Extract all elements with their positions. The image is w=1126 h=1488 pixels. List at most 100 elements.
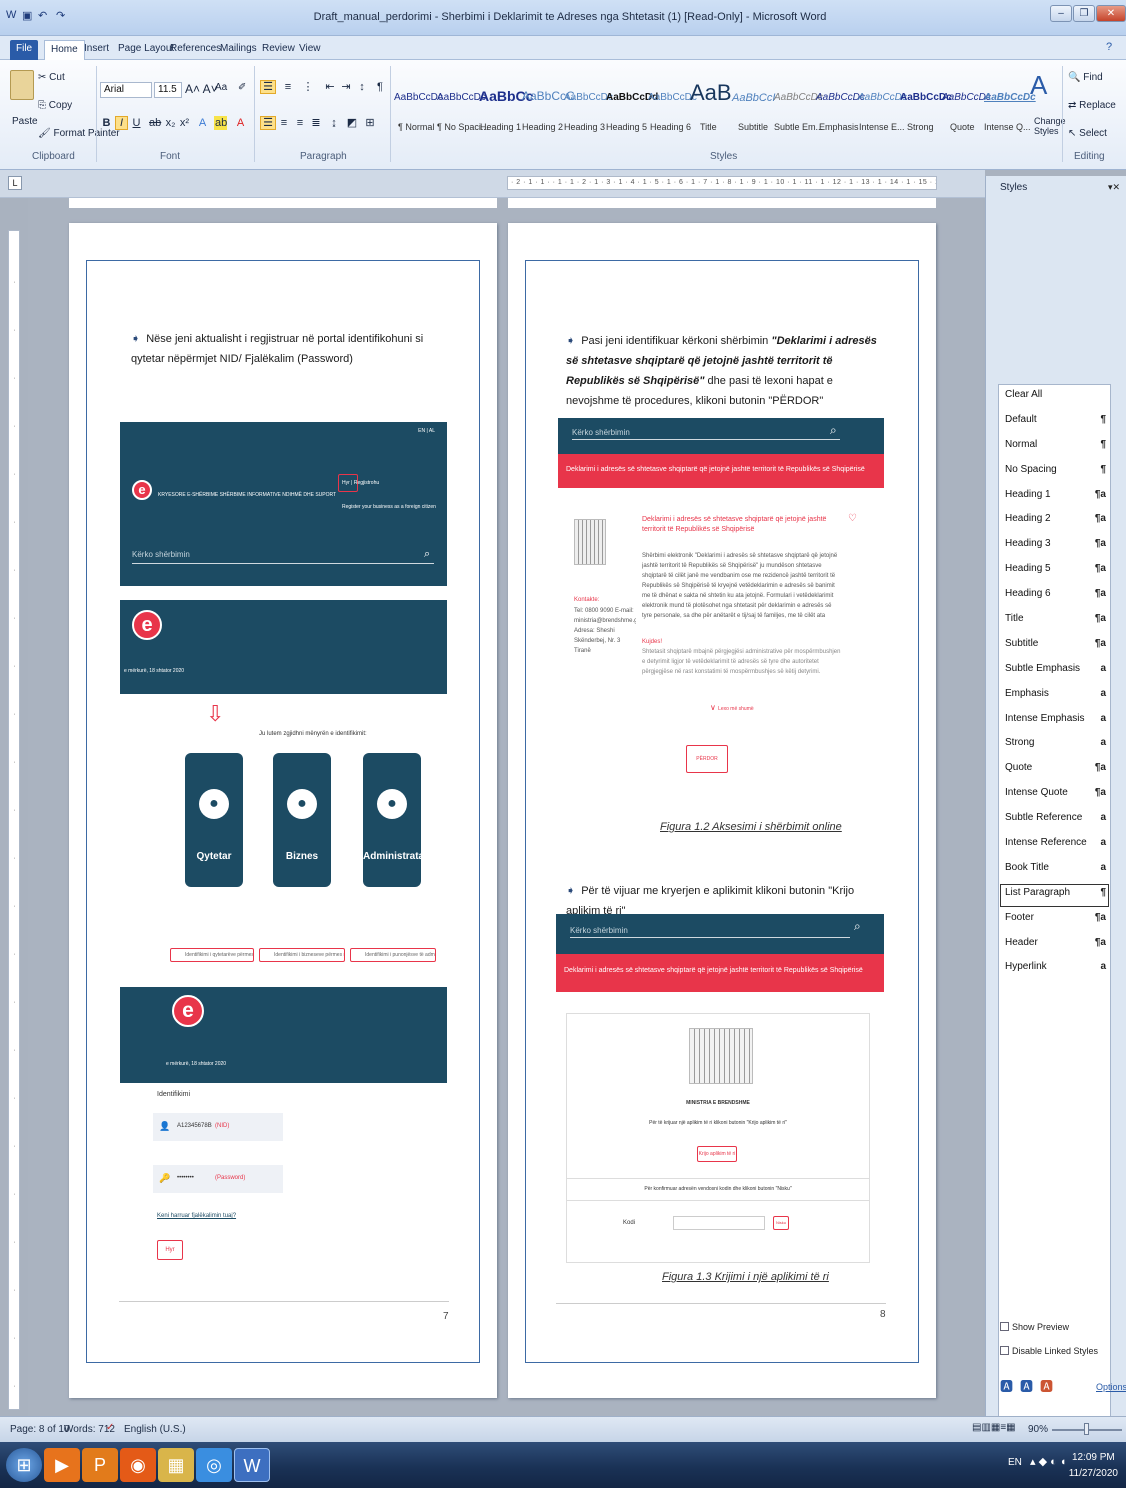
style-pane-item[interactable]: Subtle Emphasis a — [999, 659, 1110, 684]
font-color-icon[interactable]: A — [234, 116, 247, 130]
restore-button[interactable]: ❐ — [1073, 5, 1095, 22]
disable-linked-checkbox[interactable]: Disable Linked Styles — [1000, 1346, 1098, 1356]
tray-icons[interactable]: ▴ ◆ ◐ ◖ — [1030, 1455, 1066, 1468]
tab-selector-icon[interactable]: L — [8, 176, 22, 190]
style-pane-item[interactable]: Book Title a — [999, 858, 1110, 883]
service-search[interactable]: Kërko shërbimin — [572, 428, 840, 440]
language-indicator[interactable]: English (U.S.) — [124, 1424, 186, 1435]
word-taskbar-icon[interactable]: W — [234, 1448, 270, 1482]
perdor-button[interactable]: PËRDOR — [686, 745, 728, 773]
forgot-password-link[interactable]: Keni harruar fjalëkalimin tuaj? — [157, 1213, 236, 1219]
style-pane-item[interactable]: List Paragraph ¶ — [999, 882, 1110, 908]
style-pane-item[interactable]: Normal ¶ — [999, 435, 1110, 460]
explorer-icon[interactable]: ▦ — [158, 1448, 194, 1482]
minimize-button[interactable]: – — [1050, 5, 1072, 22]
clear-formatting-icon[interactable]: ✐ — [238, 82, 246, 93]
close-button[interactable]: ✕ — [1096, 5, 1126, 22]
style-title[interactable]: AaB — [690, 80, 732, 106]
font-size-combo[interactable]: 11.5 — [154, 82, 182, 98]
login-link[interactable]: Hyr | Regjistrohu — [342, 480, 379, 486]
undo-icon[interactable]: ↶ — [38, 9, 47, 25]
tile-biznes[interactable]: ● Biznes — [273, 753, 331, 887]
style-pane-item[interactable]: Emphasis a — [999, 684, 1110, 709]
style-pane-item[interactable]: Strong a — [999, 733, 1110, 758]
confirm-button[interactable]: Nisku — [773, 1216, 789, 1230]
portal-nav[interactable]: KRYESORE E-SHËRBIME SHËRBIME INFORMATIVE… — [158, 492, 336, 498]
change-styles-icon[interactable]: A — [1030, 70, 1047, 101]
chrome-icon[interactable]: ◎ — [196, 1448, 232, 1482]
create-application-button[interactable]: Krijo aplikim të ri — [697, 1146, 737, 1162]
id-admin-button[interactable]: Identifikimi i punonjësve të administrat… — [350, 948, 436, 962]
style-inspector-icon[interactable]: 🅰 — [1020, 1376, 1033, 1395]
input-language[interactable]: EN — [1008, 1457, 1022, 1468]
word-icon[interactable]: W — [6, 9, 16, 25]
cut-button[interactable]: ✂ Cut — [38, 72, 65, 83]
proofing-icon[interactable]: ✓ — [106, 1422, 114, 1433]
line-spacing-icon[interactable]: ↨ — [326, 116, 342, 130]
login-submit-button[interactable]: Hyr — [157, 1240, 183, 1260]
tile-qytetar[interactable]: ● Qytetar — [185, 753, 243, 887]
style-pane-item[interactable]: Heading 1 ¶a — [999, 485, 1110, 510]
powerpoint-icon[interactable]: P — [82, 1448, 118, 1482]
vertical-ruler[interactable]: · · · · · · · · · · · · · · · · · · · · · · · · — [8, 230, 20, 1410]
pilcrow-icon[interactable]: ¶ — [372, 80, 388, 94]
copy-button[interactable]: ⎘ Copy — [38, 100, 72, 111]
highlight-icon[interactable]: ab — [214, 116, 227, 130]
nid-field[interactable]: 👤 A12345678B (NID) — [153, 1113, 283, 1141]
zoom-slider-thumb[interactable] — [1084, 1423, 1089, 1435]
shading-icon[interactable]: ◩ — [344, 116, 360, 130]
media-player-icon[interactable]: ▶ — [44, 1448, 80, 1482]
search-icon[interactable]: ⌕ — [830, 423, 837, 438]
style-normal[interactable]: AaBbCcDc — [394, 92, 443, 103]
id-citizen-button[interactable]: Identifikimi i qytetarëve përmes NID — [170, 948, 254, 962]
subscript-button[interactable]: x₂ — [164, 116, 177, 130]
style-pane-item[interactable]: Title ¶a — [999, 609, 1110, 634]
application-search[interactable]: Kërko shërbimin — [570, 926, 850, 938]
align-left-icon[interactable]: ☰ — [260, 116, 276, 130]
horizontal-ruler[interactable]: · 2 · 1 · 1 · · 1 · 1 · 2 · 1 · 3 · 1 · … — [507, 176, 937, 190]
style-pane-item[interactable]: Clear All — [999, 385, 1110, 410]
underline-button[interactable]: U — [130, 116, 143, 130]
language-switch[interactable]: EN | AL — [418, 428, 435, 434]
register-note[interactable]: Register your business as a foreign citi… — [342, 504, 436, 510]
tab-insert[interactable]: Insert — [78, 40, 115, 60]
id-business-button[interactable]: Identifikimi i bizneseve përmes nënçerti… — [259, 948, 345, 962]
style-pane-item[interactable]: Default ¶ — [999, 410, 1110, 435]
style-pane-item[interactable]: Header ¶a — [999, 933, 1110, 958]
change-styles-button[interactable]: Change Styles — [1034, 116, 1066, 136]
style-pane-item[interactable]: Subtle Reference a — [999, 808, 1110, 833]
favorite-icon[interactable]: ♡ — [848, 513, 857, 524]
style-pane-item[interactable]: Heading 6 ¶a — [999, 584, 1110, 609]
style-intense-quote[interactable]: AaBbCcDc — [984, 92, 1036, 103]
tab-file[interactable]: File — [10, 40, 39, 60]
help-icon[interactable]: ? — [1106, 41, 1112, 53]
zoom-level[interactable]: 90% — [1028, 1424, 1048, 1435]
style-pane-item[interactable]: Footer ¶a — [999, 908, 1110, 933]
select-button[interactable]: ↖ Select — [1068, 128, 1107, 139]
search-icon[interactable]: ⌕ — [424, 548, 430, 561]
read-more-link[interactable]: ∨ Lexo më shumë — [710, 703, 754, 712]
search-icon[interactable]: ⌕ — [854, 919, 861, 934]
grow-font-icon[interactable]: A˄ A˅ — [185, 82, 218, 96]
style-pane-item[interactable]: Subtitle ¶a — [999, 634, 1110, 659]
firefox-icon[interactable]: ◉ — [120, 1448, 156, 1482]
increase-indent-icon[interactable]: ⇥ — [338, 80, 354, 94]
italic-button[interactable]: I — [115, 116, 128, 130]
style-pane-item[interactable]: Heading 3 ¶a — [999, 534, 1110, 559]
align-right-icon[interactable]: ≡ — [292, 116, 308, 130]
style-pane-item[interactable]: No Spacing ¶ — [999, 460, 1110, 485]
show-preview-checkbox[interactable]: Show Preview — [1000, 1322, 1069, 1332]
superscript-button[interactable]: x² — [178, 116, 191, 130]
password-field[interactable]: 🔑 •••••••• (Password) — [153, 1165, 283, 1193]
numbering-icon[interactable]: ≡ — [280, 80, 296, 94]
pane-menu-icon[interactable]: ▾✕ — [1108, 182, 1120, 193]
bold-button[interactable]: B — [100, 116, 113, 130]
decrease-indent-icon[interactable]: ⇤ — [322, 80, 338, 94]
code-input[interactable] — [673, 1216, 765, 1230]
new-style-icon[interactable]: 🅰 — [1000, 1376, 1013, 1395]
style-pane-item[interactable]: Heading 2 ¶a — [999, 509, 1110, 534]
tab-view[interactable]: View — [293, 40, 327, 60]
portal-search[interactable]: Kërko shërbimin — [132, 550, 434, 564]
strikethrough-button[interactable]: ab — [148, 116, 161, 130]
replace-button[interactable]: ⇄ Replace — [1068, 100, 1116, 111]
